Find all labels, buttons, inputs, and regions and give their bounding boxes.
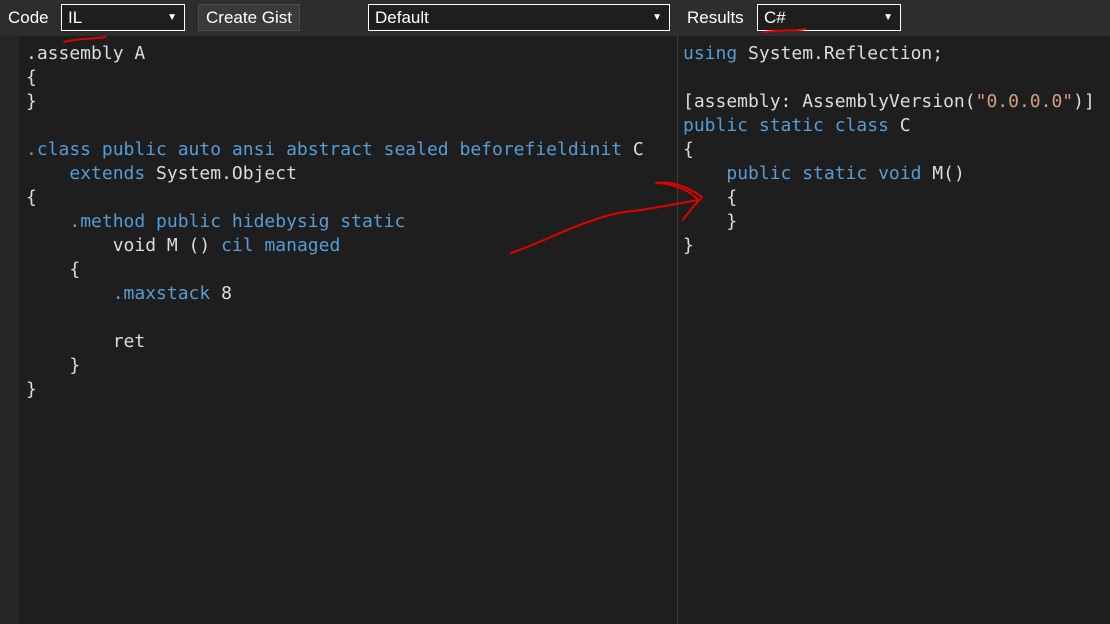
code-line: { [683, 139, 694, 160]
code-line: [assembly: AssemblyVersion("0.0.0.0")] [683, 91, 1095, 112]
il-code: .assembly A { } .class public auto ansi … [19, 36, 677, 402]
language-select-value: IL [68, 8, 83, 27]
code-line: using System.Reflection; [683, 43, 944, 64]
csharp-code: using System.Reflection; [assembly: Asse… [678, 36, 1110, 258]
code-line: { [726, 187, 738, 208]
editor-gutter [0, 36, 19, 624]
output-language-select-value: C# [764, 8, 786, 27]
code-line: } [26, 379, 37, 400]
code-line: { [26, 187, 37, 208]
code-line: } [26, 91, 37, 112]
language-select[interactable]: IL ▼ [61, 4, 185, 31]
code-line: public static void M() [726, 163, 965, 184]
code-line: } [69, 355, 81, 376]
results-label: Results [687, 8, 744, 27]
code-line: } [683, 235, 694, 256]
code-line: ret [112, 331, 146, 352]
results-view[interactable]: using System.Reflection; [assembly: Asse… [678, 36, 1110, 624]
chevron-down-icon: ▼ [883, 12, 893, 23]
code-line: extends System.Object [69, 163, 297, 184]
chevron-down-icon: ▼ [167, 12, 177, 23]
create-gist-button[interactable]: Create Gist [198, 4, 300, 31]
code-line: .maxstack 8 [112, 283, 232, 304]
output-language-select[interactable]: C# ▼ [757, 4, 901, 31]
code-toolbar: Code IL ▼ Create Gist Default ▼ [0, 0, 677, 36]
code-line: .method public hidebysig static [69, 211, 406, 232]
code-line: public static class C [683, 115, 911, 136]
code-line: .assembly A [26, 43, 146, 64]
code-line: } [726, 211, 738, 232]
chevron-down-icon: ▼ [652, 12, 662, 23]
code-line: { [69, 259, 81, 280]
results-toolbar: Results C# ▼ [677, 0, 1110, 36]
code-label: Code [8, 8, 49, 27]
mode-select[interactable]: Default ▼ [368, 4, 670, 31]
code-line: .class public auto ansi abstract sealed … [26, 139, 644, 160]
code-line: { [26, 67, 37, 88]
code-editor[interactable]: .assembly A { } .class public auto ansi … [19, 36, 677, 624]
mode-select-value: Default [375, 8, 429, 27]
code-line: void M () cil managed [112, 235, 341, 256]
app-window: Code IL ▼ Create Gist Default ▼ Results … [0, 0, 1110, 624]
